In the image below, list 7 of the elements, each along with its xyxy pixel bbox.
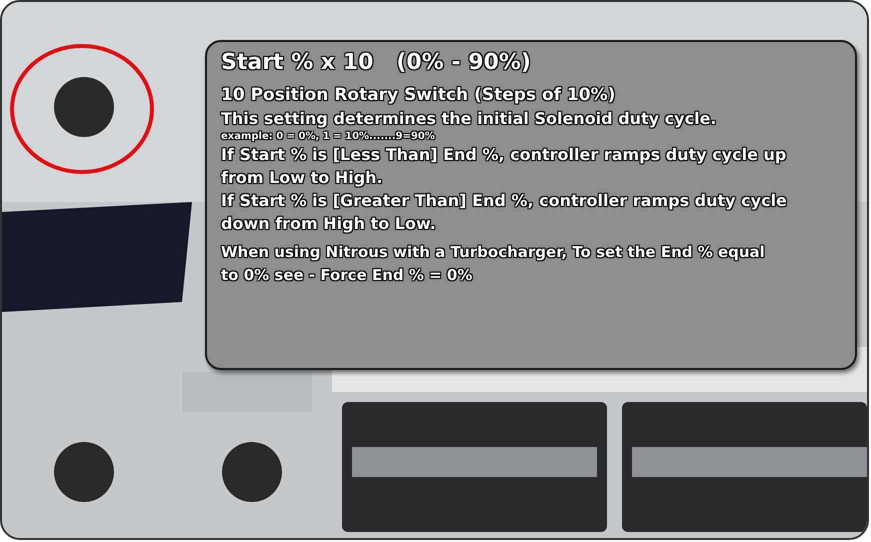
- example-text: example: 0 = 0%, 1 = 10%.......9=90%: [221, 130, 435, 143]
- tooltip-title: Start % x 10 (0% - 90%): [221, 50, 531, 75]
- note-text: When using Nitrous with a Turbocharger, To set the End % equal to 0% see - Force End % = 0%: [221, 242, 766, 286]
- tooltip-subtitle: 10 Position Rotary Switch (Steps of 10%): [221, 85, 616, 105]
- tooltip-text: If Start % is [Greater Than] End %, controller ramps duty cycle down from High to Low.: [221, 190, 788, 235]
- tooltip-text: If Start % is [Less Than] End %, controller ramps duty cycle up from Low to High.: [221, 144, 788, 189]
- tooltip-text: This setting determines the initial Solenoid duty cycle.: [221, 108, 716, 130]
